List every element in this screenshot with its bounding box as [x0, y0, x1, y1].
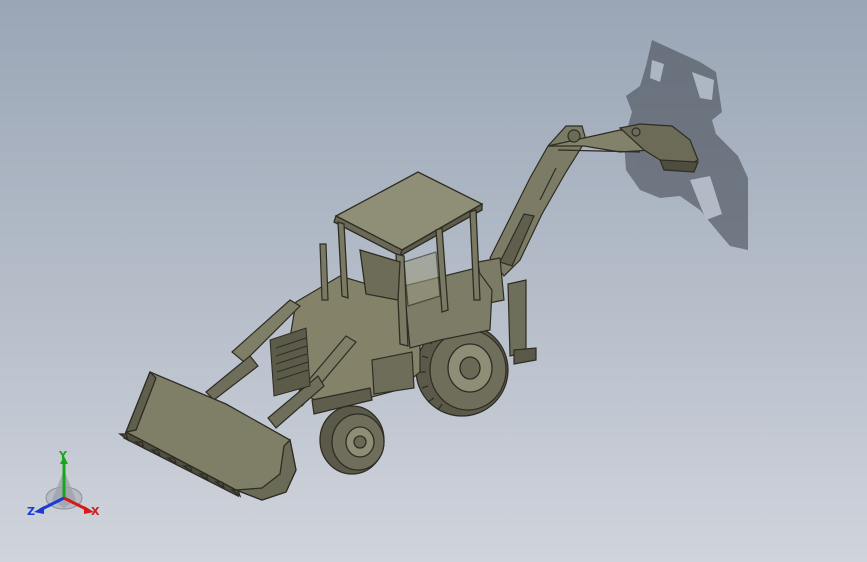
x-axis-label: X — [91, 505, 100, 518]
y-axis-label: Y — [59, 449, 67, 462]
model-scene[interactable] — [0, 0, 867, 562]
graphics-viewport[interactable]: Y Z X — [0, 0, 867, 562]
backhoe-arm[interactable] — [489, 123, 699, 277]
engine-grille — [269, 327, 311, 397]
front-wheel[interactable] — [319, 405, 385, 475]
reference-triad[interactable]: Y Z X — [24, 448, 104, 528]
z-axis-label: Z — [27, 505, 35, 518]
